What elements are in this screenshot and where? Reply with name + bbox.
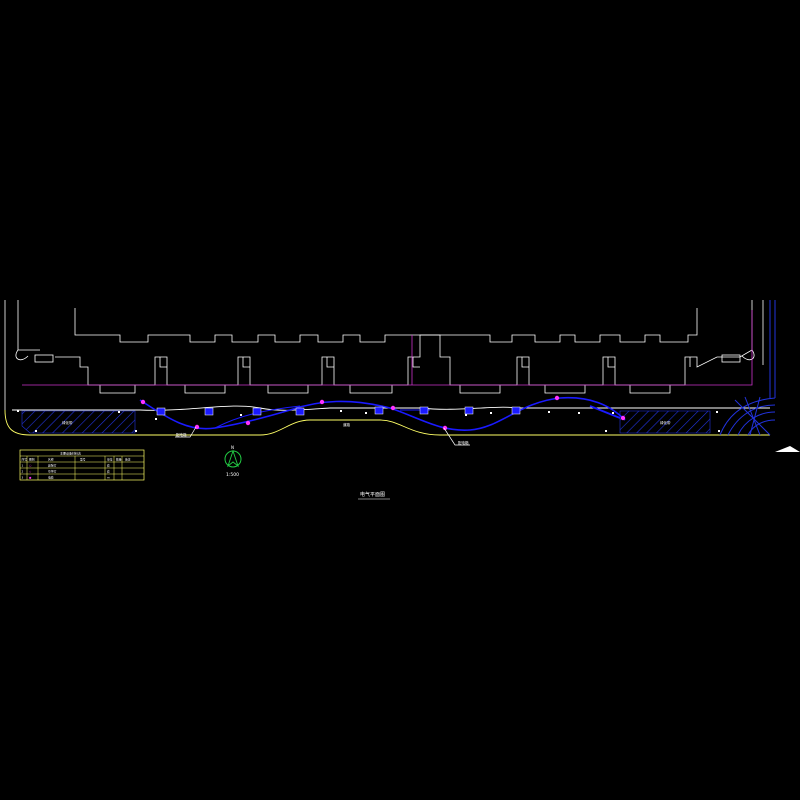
- north-arrow-icon: [224, 449, 242, 468]
- legend-header-cell: 备注: [125, 458, 131, 462]
- legend-cell: m: [107, 476, 110, 480]
- legend-cell: 电缆: [48, 476, 54, 480]
- legend-header-cell: 序号: [22, 458, 28, 462]
- hatch-areas: [21, 410, 711, 434]
- section-marker-icon: [775, 446, 800, 452]
- legend-cell: 1: [22, 464, 24, 468]
- legend-header-cell: 型号: [80, 458, 86, 462]
- cad-drawing-canvas: 配电箱 配电箱 绿化带 绿化带 道路 N 1:500 电气平面图 主要设备材料表…: [4, 300, 800, 500]
- road-label: 道路: [343, 422, 351, 427]
- legend-cell: 庭院灯: [48, 464, 57, 468]
- legend-cell: 2: [22, 470, 24, 474]
- legend-cell: ●: [29, 476, 32, 480]
- legend-title: 主要设备材料表: [60, 451, 81, 456]
- legend-cell: 套: [107, 470, 110, 474]
- callout-leaders: [175, 426, 470, 446]
- legend-header-cell: 名称: [48, 458, 54, 462]
- legend-cell: ◇: [29, 470, 32, 474]
- building-outline: [4, 300, 764, 410]
- drawing-title: 电气平面图: [360, 491, 385, 498]
- callout-left-text: 配电箱: [176, 432, 187, 437]
- property-line: [22, 310, 753, 386]
- legend-header-cell: 单位: [107, 458, 113, 462]
- hatch-label-right: 绿化带: [660, 420, 671, 425]
- scale-text: 1:500: [226, 472, 239, 478]
- legend-header-cell: 图例: [29, 458, 35, 462]
- legend-cell: 套: [107, 464, 110, 468]
- north-letter: N: [231, 445, 234, 450]
- hatch-label-left: 绿化带: [62, 420, 73, 425]
- corner-arc-hatch: [719, 300, 776, 436]
- callout-right-text: 配电箱: [458, 440, 469, 445]
- legend-header-cell: 数量: [116, 458, 122, 462]
- legend-cell: 草坪灯: [48, 470, 57, 474]
- legend-cell: ○: [29, 464, 32, 468]
- legend-cell: 3: [22, 476, 24, 480]
- legend-table: [19, 449, 145, 481]
